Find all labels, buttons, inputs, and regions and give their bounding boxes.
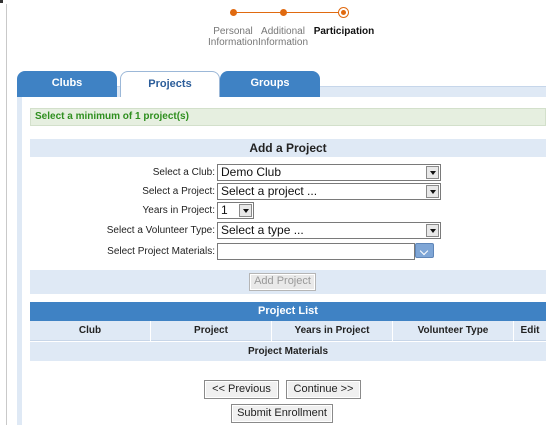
project-materials-header: Project Materials — [30, 342, 546, 361]
submit-enrollment-button[interactable]: Submit Enrollment — [231, 404, 333, 423]
step-label-line: Participation — [313, 26, 375, 37]
club-row: Select a Club: Demo Club — [30, 164, 546, 182]
step-dot-participation — [338, 7, 349, 18]
materials-input[interactable] — [217, 243, 415, 260]
add-project-button[interactable]: Add Project — [249, 273, 316, 291]
left-divider — [6, 4, 7, 425]
chevron-down-icon — [239, 204, 252, 217]
volunteer-row: Select a Volunteer Type: Select a type .… — [30, 222, 546, 240]
step-dot-additional — [280, 9, 287, 16]
club-select-value: Demo Club — [221, 165, 282, 179]
volunteer-type-select[interactable]: Select a type ... — [217, 222, 441, 239]
chevron-down-icon — [426, 166, 439, 179]
years-select[interactable]: 1 — [217, 202, 254, 219]
project-label: Select a Project: — [142, 186, 215, 197]
progress-steps: Personal Information Additional Informat… — [196, 4, 396, 48]
tab-groups[interactable]: Groups — [220, 71, 320, 97]
column-header-club: Club — [30, 321, 151, 341]
project-row: Select a Project: Select a project ... — [30, 183, 546, 201]
step-label-additional[interactable]: Additional Information — [248, 26, 318, 48]
column-header-project: Project — [151, 321, 272, 341]
progress-line — [230, 12, 344, 13]
materials-label: Select Project Materials: — [107, 246, 215, 257]
column-header-years: Years in Project — [272, 321, 393, 341]
add-project-heading: Add a Project — [30, 139, 546, 157]
column-header-edit: Edit — [520, 325, 540, 336]
corner-marker — [0, 0, 3, 3]
club-label: Select a Club: — [152, 167, 215, 178]
years-select-value: 1 — [221, 203, 228, 217]
step-label-line: Additional — [261, 26, 305, 37]
materials-dropdown-button[interactable] — [415, 243, 434, 258]
chevron-down-icon — [426, 185, 439, 198]
volunteer-label: Select a Volunteer Type: — [106, 225, 215, 236]
previous-button[interactable]: << Previous — [204, 380, 279, 399]
years-label: Years in Project: — [142, 205, 215, 216]
column-header-volunteer-type: Volunteer Type — [393, 321, 514, 341]
chevron-down-icon — [426, 224, 439, 237]
step-label-participation: Participation — [309, 26, 379, 37]
continue-button[interactable]: Continue >> — [286, 380, 361, 399]
minimum-projects-notice: Select a minimum of 1 project(s) — [30, 108, 546, 126]
project-list-heading: Project List — [30, 302, 546, 321]
project-select-value: Select a project ... — [221, 184, 318, 198]
step-dot-personal — [230, 9, 237, 16]
club-select[interactable]: Demo Club — [217, 164, 441, 181]
materials-row-form: Select Project Materials: — [30, 243, 546, 261]
step-label-line: Information — [257, 37, 309, 48]
tab-clubs[interactable]: Clubs — [17, 71, 117, 97]
project-list-columns: Club Project Years in Project Volunteer … — [30, 321, 546, 341]
volunteer-select-value: Select a type ... — [221, 223, 304, 237]
years-row: Years in Project: 1 — [30, 202, 546, 220]
tab-projects[interactable]: Projects — [120, 71, 220, 98]
project-select[interactable]: Select a project ... — [217, 183, 441, 200]
